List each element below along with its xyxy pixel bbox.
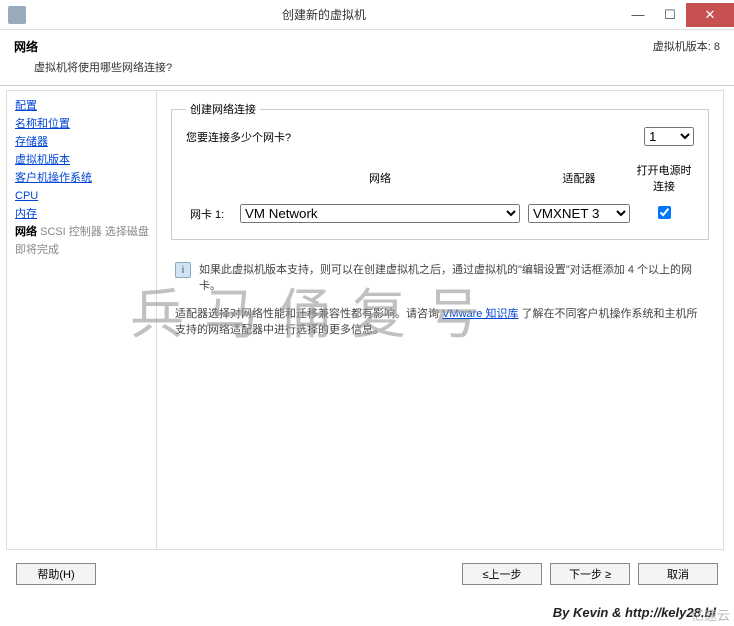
brand-logo: 亿速云 — [691, 605, 730, 624]
banner-title: 网络 — [14, 38, 38, 55]
footer: 帮助(H) ≤上一步 下一步 ≥ 取消 — [10, 558, 724, 590]
col-network: 网络 — [236, 162, 524, 202]
titlebar: 创建新的虚拟机 — ☐ ✕ — [0, 0, 734, 30]
step-name-location[interactable]: 名称和位置 — [15, 115, 156, 133]
nic-row: 网卡 1: VM Network VMXNET 3 — [186, 202, 694, 225]
nic-count-select[interactable]: 1 — [644, 127, 694, 146]
step-memory[interactable]: 内存 — [15, 205, 156, 223]
step-scsi: SCSI 控制器 — [40, 226, 102, 238]
step-vm-version[interactable]: 虚拟机版本 — [15, 151, 156, 169]
step-guest-os[interactable]: 客户机操作系统 — [15, 169, 156, 187]
network-group: 创建网络连接 您要连接多少个网卡? 1 网络 适配器 打开电源时连接 — [171, 101, 709, 240]
next-button[interactable]: 下一步 ≥ — [550, 563, 630, 585]
minimize-button[interactable]: — — [622, 3, 654, 27]
window-title: 创建新的虚拟机 — [26, 6, 622, 23]
group-legend: 创建网络连接 — [186, 101, 260, 117]
col-connect: 打开电源时连接 — [634, 162, 694, 202]
step-cpu[interactable]: CPU — [15, 187, 156, 205]
step-finish: 即将完成 — [15, 244, 59, 256]
vmware-kb-link[interactable]: VMware 知识库 — [442, 308, 518, 320]
close-button[interactable]: ✕ — [686, 3, 734, 27]
info-icon: i — [175, 262, 191, 278]
banner-subtitle: 虚拟机将使用哪些网络连接? — [34, 59, 720, 75]
main-panel: 创建网络连接 您要连接多少个网卡? 1 网络 适配器 打开电源时连接 — [156, 90, 724, 550]
help-button[interactable]: 帮助(H) — [16, 563, 96, 585]
info-text: 如果此虚拟机版本支持，则可以在创建虚拟机之后，通过虚拟机的"编辑设置"对话框添加… — [199, 262, 705, 294]
nic-row-label: 网卡 1: — [186, 202, 236, 225]
nic-network-select[interactable]: VM Network — [240, 204, 520, 223]
step-network: 网络 — [15, 226, 37, 238]
cancel-button[interactable]: 取消 — [638, 563, 718, 585]
info-block: i 如果此虚拟机版本支持，则可以在创建虚拟机之后，通过虚拟机的"编辑设置"对话框… — [175, 262, 705, 294]
back-button[interactable]: ≤上一步 — [462, 563, 542, 585]
step-disk: 选择磁盘 — [105, 226, 149, 238]
step-config[interactable]: 配置 — [15, 97, 156, 115]
col-adapter: 适配器 — [524, 162, 634, 202]
content-area: 配置 名称和位置 存储器 虚拟机版本 客户机操作系统 CPU 内存 网络 SCS… — [0, 86, 734, 554]
nic-connect-checkbox[interactable] — [658, 206, 671, 219]
banner: 网络 虚拟机版本: 8 虚拟机将使用哪些网络连接? — [0, 30, 734, 86]
nic-adapter-select[interactable]: VMXNET 3 — [528, 204, 630, 223]
nic-table: 网络 适配器 打开电源时连接 网卡 1: VM Network — [186, 162, 694, 225]
wizard-steps: 配置 名称和位置 存储器 虚拟机版本 客户机操作系统 CPU 内存 网络 SCS… — [6, 90, 156, 550]
maximize-button[interactable]: ☐ — [654, 3, 686, 27]
window-controls: — ☐ ✕ — [622, 3, 734, 27]
step-storage[interactable]: 存储器 — [15, 133, 156, 151]
nic-count-label: 您要连接多少个网卡? — [186, 129, 291, 145]
app-icon — [8, 6, 26, 24]
adapter-help-text: 适配器选择对网络性能和迁移兼容性都有影响。请咨询 VMware 知识库 了解在不… — [175, 306, 705, 338]
vm-version-label: 虚拟机版本: 8 — [653, 38, 720, 55]
